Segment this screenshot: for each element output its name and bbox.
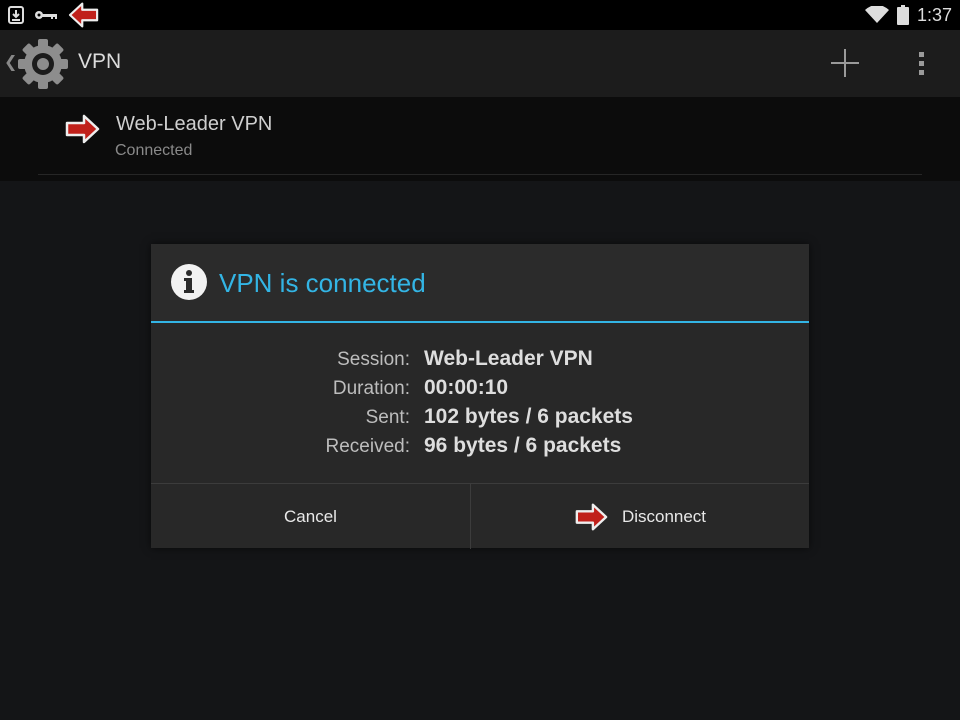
battery-icon (896, 5, 909, 25)
disconnect-button[interactable]: Disconnect (471, 484, 809, 549)
download-notification-icon (8, 6, 24, 24)
dialog-body: Session: Web-Leader VPN Duration: 00:00:… (151, 323, 809, 483)
session-value: Web-Leader VPN (424, 347, 593, 370)
vpn-arrow-icon (575, 503, 608, 530)
dialog-header: VPN is connected (151, 244, 809, 321)
add-icon[interactable] (826, 44, 864, 82)
dialog-buttons: Cancel Disconnect (151, 483, 809, 549)
vpn-list: Web-Leader VPN Connected (0, 97, 960, 181)
dialog-title: VPN is connected (219, 268, 426, 298)
sent-label: Sent: (365, 407, 410, 428)
vpn-arrow-icon (65, 114, 100, 144)
vpn-connected-dialog: VPN is connected Session: Web-Leader VPN… (151, 244, 809, 549)
sent-row: Sent: 102 bytes / 6 packets (151, 405, 809, 436)
session-label: Session: (337, 349, 410, 370)
duration-row: Duration: 00:00:10 (151, 376, 809, 407)
vpn-arrow-notification-icon (68, 2, 99, 28)
cancel-button[interactable]: Cancel (151, 484, 470, 549)
vpn-status: Connected (115, 142, 193, 159)
vpn-key-icon (35, 11, 57, 19)
status-bar: 1:37 (0, 0, 960, 30)
sent-value: 102 bytes / 6 packets (424, 405, 633, 428)
vpn-name: Web-Leader VPN (116, 113, 273, 135)
page-title: VPN (78, 50, 122, 73)
session-row: Session: Web-Leader VPN (151, 347, 809, 378)
list-item[interactable]: Web-Leader VPN Connected (38, 97, 922, 175)
duration-label: Duration: (332, 378, 410, 399)
action-bar: ❮ VPN (0, 30, 960, 97)
wifi-icon (864, 6, 889, 23)
duration-value: 00:00:10 (424, 376, 509, 399)
received-label: Received: (325, 436, 411, 457)
settings-gear-icon[interactable] (16, 37, 70, 91)
disconnect-label: Disconnect (621, 506, 707, 526)
clock: 1:37 (916, 4, 952, 25)
overflow-menu-icon[interactable] (906, 44, 936, 82)
notification-icons (8, 0, 100, 30)
info-icon (171, 264, 207, 300)
cancel-label: Cancel (284, 506, 337, 526)
system-status: 1:37 (864, 0, 952, 30)
received-row: Received: 96 bytes / 6 packets (151, 434, 809, 465)
received-value: 96 bytes / 6 packets (424, 434, 622, 457)
